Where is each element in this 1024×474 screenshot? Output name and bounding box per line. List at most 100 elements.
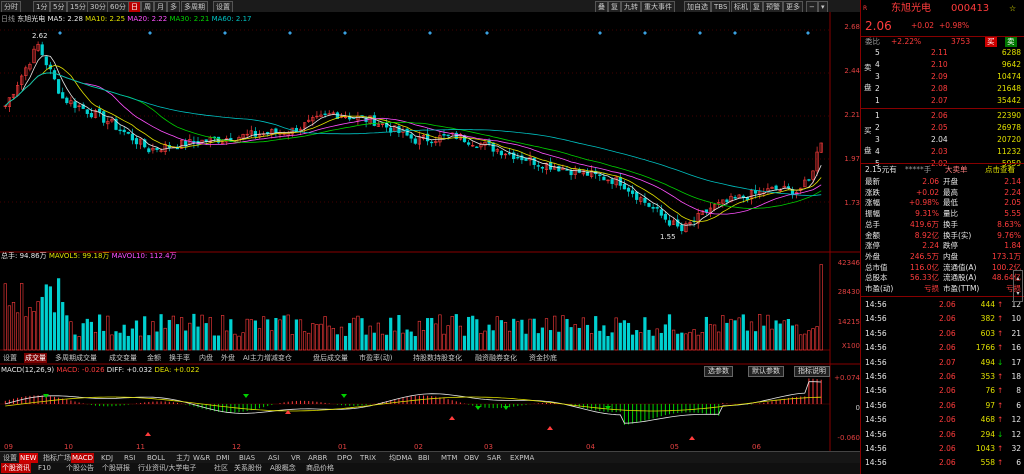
indicator-tab[interactable]: 外盘 (220, 353, 236, 363)
bid-level[interactable]: 3 2.04 20720 (861, 135, 1024, 145)
indicator-tab[interactable]: 成交变量 (108, 353, 138, 363)
ask-level[interactable]: 2 2.08 21648 (861, 84, 1024, 94)
tick-row: 14:56 2.06 1043 ↑ 32 (865, 444, 1021, 453)
tick-arrow: ↑ (997, 343, 1004, 353)
ask-level[interactable]: 4 2.10 9642 (861, 60, 1024, 70)
bottom-indicator-tab[interactable]: 主力 (175, 453, 191, 463)
indicator-tab[interactable]: 盘后成交量 (312, 353, 349, 363)
stat-row: 金额 8.92亿 换手(实) 9.76% (865, 230, 1021, 240)
stat-row: 涨停 2.24 跌停 1.84 (865, 241, 1021, 251)
macd-default-button[interactable]: 默认参数 (748, 366, 784, 377)
macd-axis-label: +0.074 (834, 374, 860, 382)
volume-axis-label: 42346 (837, 259, 860, 267)
macd-axis-label: -0.060 (837, 434, 860, 442)
stat-row: 市盈(动) 亏损 市盈(TTM) 亏损 (865, 284, 1021, 293)
footer-tab[interactable]: 行业资讯/大学电子 (137, 463, 197, 473)
volume-header: 总手: 94.86万 MAVOL5: 99.18万 MAVOL10: 112.4… (1, 252, 177, 260)
bottom-indicator-tab[interactable]: ASI (267, 453, 280, 463)
volume-axis-label: 14215 (837, 318, 860, 326)
tick-arrow: ↑ (997, 372, 1004, 381)
bottom-indicator-tab[interactable]: MACD (71, 453, 94, 463)
footer-tab[interactable]: A股概念 (269, 463, 297, 473)
indicator-tab[interactable]: 金额 (146, 353, 162, 363)
footer-tab[interactable]: 商品价格 (305, 463, 335, 473)
bottom-indicator-tab[interactable]: TRIX (359, 453, 377, 463)
tick-arrow: ↑ (997, 300, 1004, 309)
bottom-indicator-tab[interactable]: W&R (192, 453, 211, 463)
macd-param-button[interactable]: 选参数 (704, 366, 733, 377)
ask-level[interactable]: 5 2.11 6288 (861, 48, 1024, 58)
bottom-indicator-tab[interactable]: DPO (336, 453, 353, 463)
bottom-indicator-tab[interactable]: EXPMA (509, 453, 535, 463)
volume-axis-label: X100 (841, 342, 860, 350)
indicator-tab[interactable]: 市盈率(动) (358, 353, 393, 363)
bottom-indicator-tab[interactable]: NEW (19, 453, 38, 463)
tick-arrow: ↓ (997, 429, 1004, 439)
bottom-indicator-tab[interactable]: 均DMA (388, 453, 413, 463)
indicator-tab[interactable]: 内盘 (198, 353, 214, 363)
indicator-tab[interactable]: 设置 (2, 353, 18, 363)
bottom-indicator-tab[interactable]: SAR (486, 453, 502, 463)
bottom-indicator-tab[interactable]: KDJ (100, 453, 114, 463)
bid-level[interactable]: 2 2.05 26978 (861, 123, 1024, 133)
tick-row: 14:56 2.06 468 ↑ 12 (865, 415, 1021, 425)
footer-tab[interactable]: 社区 (213, 463, 229, 473)
bottom-indicator-tab[interactable]: 设置 (2, 453, 18, 463)
indicator-tab[interactable]: 融资融券变化 (474, 353, 518, 363)
stat-row: 振幅 9.31% 量比 5.55 (865, 209, 1021, 219)
bottom-indicator-tab[interactable]: DMI (215, 453, 231, 463)
indicator-tab[interactable]: AI主力增减变仓 (242, 353, 293, 363)
tick-arrow: ↑ (997, 328, 1004, 338)
price-axis-label: 2.44 (844, 67, 860, 75)
macd-axis-label: 0 (855, 404, 860, 412)
indicator-tab[interactable]: 持股数持股变化 (412, 353, 463, 363)
bottom-indicator-tab[interactable]: BBI (417, 453, 431, 463)
sell-badge[interactable]: 卖 (1005, 37, 1017, 47)
indicator-tab[interactable]: 换手率 (168, 353, 191, 363)
bottom-indicator-tab[interactable]: OBV (463, 453, 480, 463)
stat-row: 总股本 56.33亿 流通股(A) 48.64亿 (865, 273, 1021, 283)
price-chart-svg (0, 12, 860, 452)
bottom-indicator-tab[interactable]: BOLL (146, 453, 166, 463)
ask-level[interactable]: 1 2.07 35442 (861, 96, 1024, 106)
bottom-indicator-tab[interactable]: BIAS (238, 453, 256, 463)
weibi-value: +2.22% (891, 37, 922, 46)
tick-arrow: ↑ (997, 444, 1004, 453)
stat-row: 涨跌 +0.02 最高 2.24 (865, 187, 1021, 197)
footer-tab[interactable]: 个股研报 (101, 463, 131, 473)
tick-arrow: ↑ (997, 400, 1004, 410)
footer-tab[interactable]: 个股资讯 (1, 463, 31, 473)
tick-arrow: ↑ (997, 458, 1004, 468)
collapse-toggle[interactable]: ▴ ▾ (1013, 270, 1023, 302)
bottom-indicator-tab[interactable]: 指标广场 (42, 453, 72, 463)
star-icon[interactable]: ☆ (1009, 2, 1016, 16)
bid-side-label: 买盘 (864, 126, 872, 155)
price-axis-label: 2.21 (844, 111, 860, 119)
high-marker: 2.62 (32, 32, 48, 40)
tick-row: 14:56 2.06 353 ↑ 18 (865, 372, 1021, 381)
quote-panel: R 东旭光电 000413 ☆ 2.06 +0.02 +0.98% 委比 +2.… (860, 0, 1024, 474)
tick-arrow: ↑ (997, 314, 1004, 324)
footer-tab[interactable]: F10 (37, 463, 52, 473)
buy-badge[interactable]: 买 (985, 37, 997, 47)
click-view-link[interactable]: 点击查看 (985, 165, 1015, 175)
kline-chart-area[interactable]: 日线 东旭光电 MA5: 2.28 MA10: 2.25 MA20: 2.22 … (0, 12, 860, 462)
ask-side-label: 卖盘 (864, 63, 872, 92)
indicator-tab[interactable]: 多周期成交量 (54, 353, 98, 363)
r-icon: R (863, 5, 868, 12)
footer-tab[interactable]: 关系股份 (233, 463, 263, 473)
ask-level[interactable]: 3 2.09 10474 (861, 72, 1024, 82)
bid-level[interactable]: 4 2.03 11232 (861, 147, 1024, 157)
bid-level[interactable]: 1 2.06 22390 (861, 111, 1024, 121)
bottom-indicator-tab[interactable]: RSI (123, 453, 136, 463)
macd-help-button[interactable]: 指标说明 (794, 366, 830, 377)
indicator-tab[interactable]: 成交量 (24, 353, 47, 363)
bottom-indicator-tab[interactable]: MTM (440, 453, 458, 463)
bottom-indicator-tab[interactable]: ARBR (307, 453, 328, 463)
indicator-tab[interactable]: 资金抄底 (528, 353, 558, 363)
bottom-indicator-tab[interactable]: VR (290, 453, 302, 463)
price-change-pct: +0.98% (939, 21, 970, 30)
price-axis-label: 1.97 (844, 155, 860, 163)
footer-tab[interactable]: 个股公告 (65, 463, 95, 473)
tick-row: 14:56 2.06 1766 ↑ 16 (865, 343, 1021, 353)
